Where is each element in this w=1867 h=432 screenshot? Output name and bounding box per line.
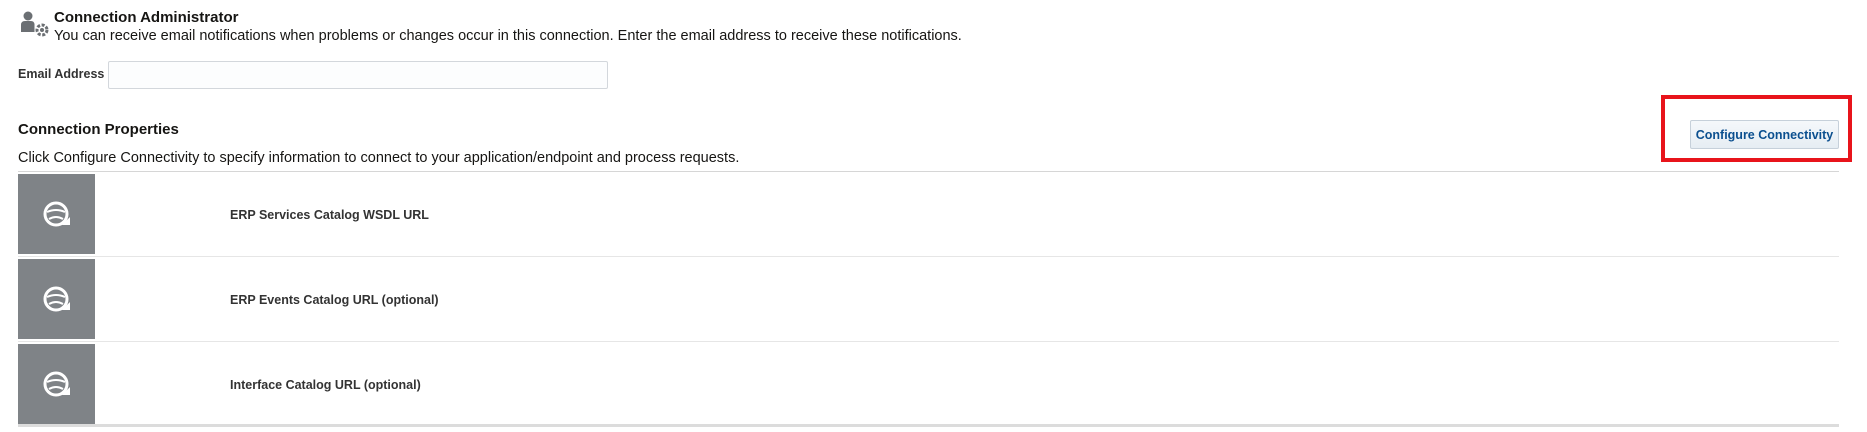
user-gear-icon	[20, 10, 52, 40]
connection-property-list: ERP Services Catalog WSDL URL ERP Events…	[18, 171, 1839, 427]
configure-connectivity-button[interactable]: Configure Connectivity	[1690, 120, 1839, 149]
admin-title: Connection Administrator	[54, 9, 239, 26]
tile	[18, 174, 95, 254]
email-label: Email Address	[18, 67, 105, 81]
email-field[interactable]	[108, 61, 608, 89]
connection-properties-description: Click Configure Connectivity to specify …	[18, 150, 740, 166]
list-item-label: ERP Services Catalog WSDL URL	[230, 208, 429, 222]
tile	[18, 259, 95, 339]
list-item[interactable]: Interface Catalog URL (optional)	[18, 342, 1839, 427]
connection-page: Connection Administrator You can receive…	[0, 0, 1867, 432]
list-item[interactable]: ERP Events Catalog URL (optional)	[18, 257, 1839, 342]
list-item[interactable]: ERP Services Catalog WSDL URL	[18, 172, 1839, 257]
list-item-label: ERP Events Catalog URL (optional)	[230, 293, 439, 307]
connection-properties-title: Connection Properties	[18, 121, 179, 138]
admin-description: You can receive email notifications when…	[54, 28, 962, 44]
tile	[18, 344, 95, 424]
list-item-label: Interface Catalog URL (optional)	[230, 378, 421, 392]
